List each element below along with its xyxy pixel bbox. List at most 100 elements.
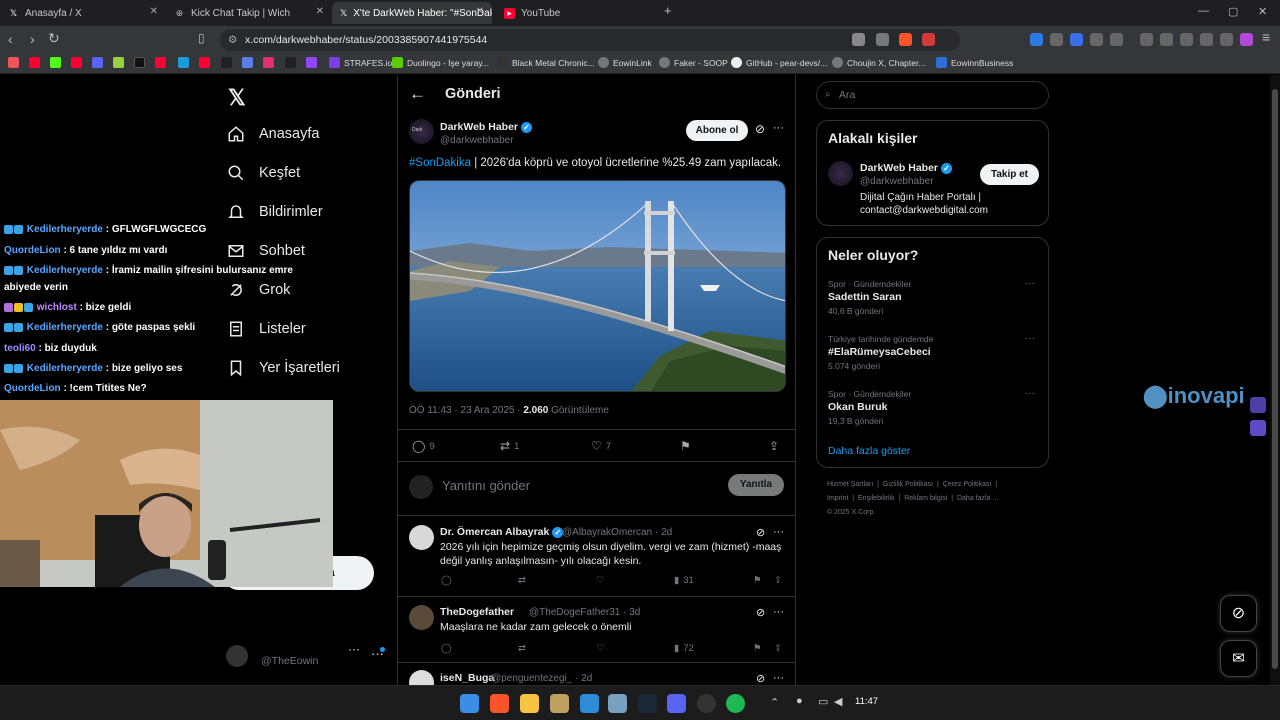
sidebar-icon[interactable]: [1160, 33, 1173, 46]
reply-author[interactable]: Dr. Ömercan Albayrak ✓: [440, 526, 564, 538]
share-icon[interactable]: ⇪: [774, 575, 782, 586]
tweet-image[interactable]: [409, 180, 786, 392]
grok-icon[interactable]: ⊘: [755, 122, 765, 136]
brave-rewards-icon[interactable]: [922, 33, 935, 46]
repost-icon[interactable]: ⇄: [518, 643, 526, 654]
reply-avatar[interactable]: [409, 605, 434, 630]
bookmark-icon[interactable]: [113, 57, 124, 68]
minimize-icon[interactable]: —: [1198, 5, 1209, 17]
bookmark-button[interactable]: ⚑: [680, 439, 691, 453]
views-button[interactable]: ▮ 31: [674, 575, 694, 586]
reply-author[interactable]: iseN_Buga: [440, 672, 494, 684]
windows-start-icon[interactable]: [460, 694, 479, 713]
brave-shield-icon[interactable]: [899, 33, 912, 46]
bookmark-icon[interactable]: [242, 57, 253, 68]
share-button[interactable]: ⇪: [769, 439, 779, 453]
nav-home[interactable]: Anasayfa: [227, 125, 319, 143]
more-icon[interactable]: ···: [1025, 278, 1035, 289]
obs-icon[interactable]: [697, 694, 716, 713]
reply-avatar[interactable]: [409, 525, 434, 550]
footer-link[interactable]: Gizlilik Politikası: [883, 481, 933, 488]
tab-tweet[interactable]: 𝕏 X'te DarkWeb Haber: "#SonDaki ✕: [332, 2, 492, 24]
photos-icon[interactable]: [580, 694, 599, 713]
trend-item[interactable]: Spor · Gündemdekiler Okan Buruk 19,3 B g…: [817, 386, 1048, 436]
bookmark-icon[interactable]: [155, 57, 166, 68]
extension-icon[interactable]: [1110, 33, 1123, 46]
nav-explore[interactable]: Keşfet: [227, 164, 300, 182]
scroll-thumb[interactable]: [1272, 89, 1278, 669]
microphone-icon[interactable]: ●: [796, 695, 803, 707]
follow-button[interactable]: Takip et: [980, 164, 1039, 185]
views-button[interactable]: ▮ 72: [674, 643, 694, 654]
messages-float-button[interactable]: ✉: [1220, 640, 1257, 677]
related-name[interactable]: DarkWeb Haber ✓: [860, 162, 953, 174]
footer-link[interactable]: Erişilebilirlik: [858, 495, 895, 502]
author-name[interactable]: DarkWeb Haber ✓: [440, 121, 533, 133]
clock[interactable]: 11:47: [855, 696, 878, 707]
bookmark-github[interactable]: GitHub - pear-devs/...: [731, 57, 827, 68]
bookmark-chouijn[interactable]: Chouįin X, Chapter...: [832, 57, 925, 68]
more-icon[interactable]: ···: [1025, 388, 1035, 399]
app-icon[interactable]: [550, 694, 569, 713]
grok-icon[interactable]: ⊘: [756, 672, 765, 685]
extensions-menu-icon[interactable]: [1090, 33, 1103, 46]
leo-icon[interactable]: [1200, 33, 1213, 46]
reply-icon[interactable]: ◯: [441, 575, 452, 586]
spotify-icon[interactable]: [726, 694, 745, 713]
close-icon[interactable]: ✕: [476, 6, 484, 17]
grok-icon[interactable]: ⊘: [756, 526, 765, 539]
url-field[interactable]: ⚙ x.com/darkwebhaber/status/200338590744…: [220, 29, 960, 51]
bookmark-faker[interactable]: Faker - SOOP: [659, 57, 728, 68]
bookmark-icon[interactable]: [285, 57, 296, 68]
share-icon[interactable]: [876, 33, 889, 46]
more-icon[interactable]: ···: [773, 672, 784, 684]
reload-icon[interactable]: ↻: [48, 30, 60, 47]
grok-icon[interactable]: ⊘: [756, 606, 765, 619]
trend-item[interactable]: Türkiye tarihinde gündemde #ElaRümeysaCe…: [817, 331, 1048, 381]
site-info-icon[interactable]: ⚙: [228, 29, 237, 51]
window-close-icon[interactable]: ✕: [1258, 5, 1267, 18]
grok-float-button[interactable]: ⊘: [1220, 595, 1257, 632]
bookmark-icon[interactable]: ⚑: [753, 643, 762, 654]
tab-home[interactable]: 𝕏 Anasayfa / X ✕: [0, 2, 166, 24]
steam-icon[interactable]: [638, 694, 657, 713]
vpn-icon[interactable]: [1220, 33, 1233, 46]
back-icon[interactable]: ‹: [8, 31, 13, 47]
extension-icon[interactable]: [1050, 33, 1063, 46]
more-icon[interactable]: ···: [773, 122, 784, 134]
reply-author[interactable]: TheDogefather: [440, 606, 514, 618]
related-avatar[interactable]: [828, 161, 853, 186]
back-arrow-icon[interactable]: ←: [409, 84, 426, 104]
extension-icon[interactable]: [1070, 33, 1083, 46]
bookmark-icon[interactable]: [8, 57, 19, 68]
tab-youtube[interactable]: ▸ YouTube: [496, 2, 662, 24]
subscribe-button[interactable]: Abone ol: [686, 120, 748, 141]
bookmark-icon[interactable]: [199, 57, 210, 68]
profile-icon[interactable]: [1240, 33, 1253, 46]
footer-link[interactable]: Daha fazla ...: [957, 495, 998, 502]
heart-icon[interactable]: ♡: [596, 643, 605, 654]
share-icon[interactable]: ⇪: [774, 643, 782, 654]
close-icon[interactable]: ✕: [316, 6, 324, 17]
screen-icon[interactable]: [852, 33, 865, 46]
footer-link[interactable]: Imprint: [827, 495, 848, 502]
x-logo-icon[interactable]: 𝕏: [228, 85, 246, 111]
bookmark-icon[interactable]: [306, 57, 317, 68]
bookmark-icon[interactable]: [178, 57, 189, 68]
nav-grok[interactable]: Grok: [227, 281, 290, 299]
chevron-up-icon[interactable]: ⌃: [770, 696, 779, 709]
bookmark-icon[interactable]: [50, 57, 61, 68]
extension-icon[interactable]: [1030, 33, 1043, 46]
wallet-icon[interactable]: [1180, 33, 1193, 46]
footer-link[interactable]: Hizmet Şartları: [827, 481, 873, 488]
translate-icon[interactable]: [1250, 420, 1266, 436]
volume-icon[interactable]: ◀: [834, 695, 842, 708]
download-icon[interactable]: [1140, 33, 1153, 46]
author-handle[interactable]: @darkwebhaber: [440, 135, 514, 146]
account-handle[interactable]: @TheEowin: [261, 655, 318, 667]
extension-badge-icon[interactable]: [1250, 397, 1266, 413]
show-more-link[interactable]: Daha fazla göster: [828, 445, 910, 457]
new-tab-icon[interactable]: +: [664, 3, 672, 18]
more-icon[interactable]: ···: [773, 526, 784, 538]
reply-submit-button[interactable]: Yanıtla: [728, 474, 784, 496]
